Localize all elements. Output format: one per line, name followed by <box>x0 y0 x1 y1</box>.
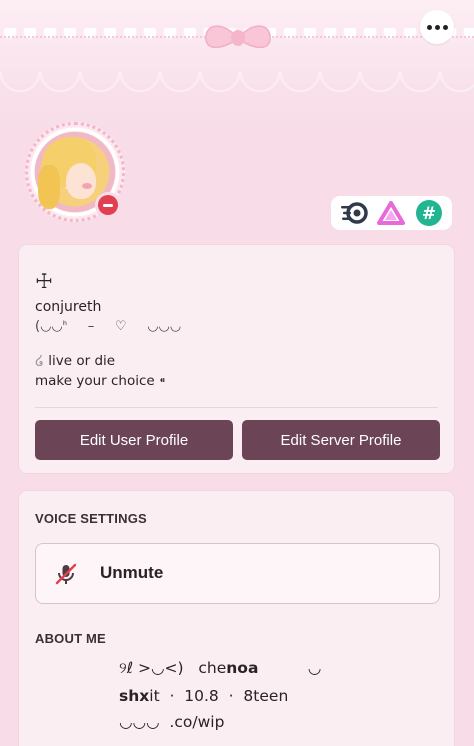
about-line-3: ◡◡◡ .co/wip <box>119 713 225 731</box>
about-me-heading: ABOUT ME <box>35 631 106 646</box>
muted-microphone-icon <box>55 563 77 585</box>
profile-banner <box>0 0 474 130</box>
more-options-button[interactable] <box>420 10 454 44</box>
cross-symbol: ☩ <box>35 269 53 293</box>
bio-line-1: ໒ live or die <box>35 353 116 369</box>
username: conjureth <box>35 299 102 315</box>
edit-server-profile-button[interactable]: Edit Server Profile <box>242 420 440 460</box>
more-horizontal-icon <box>426 24 432 30</box>
bio-line-2: make your choice ⁌ <box>35 373 166 389</box>
edit-user-profile-button[interactable]: Edit User Profile <box>35 420 233 460</box>
custom-status-kaomoji: (◡◡ᑋ – ♡ ◡◡◡ <box>35 319 182 334</box>
do-not-disturb-status-icon <box>95 192 121 218</box>
nitro-orbit-badge-icon[interactable] <box>339 198 369 228</box>
profile-card: ☩ conjureth (◡◡ᑋ – ♡ ◡◡◡ ໒ live or die m… <box>18 244 455 474</box>
unmute-button[interactable]: Unmute <box>35 543 440 604</box>
scallop-decoration <box>0 72 474 106</box>
triangle-badge-icon[interactable] <box>376 198 406 228</box>
hashtag-badge-icon[interactable]: # <box>414 198 444 228</box>
bow-decoration <box>205 25 271 49</box>
divider <box>35 407 438 408</box>
unmute-label: Unmute <box>100 563 164 582</box>
avatar[interactable] <box>25 122 125 222</box>
voice-about-card: VOICE SETTINGS Unmute ABOUT ME ୨ℓ >◡<) c… <box>18 490 455 746</box>
voice-settings-heading: VOICE SETTINGS <box>35 511 147 526</box>
profile-badges: # <box>331 196 452 230</box>
angel-wing-icon: ໒ <box>35 353 44 369</box>
about-line-2: shxit · 10.8 · 8teen <box>119 687 289 705</box>
svg-text:#: # <box>422 204 436 224</box>
about-line-1: ୨ℓ >◡<) chenoa ◡ <box>119 659 322 677</box>
